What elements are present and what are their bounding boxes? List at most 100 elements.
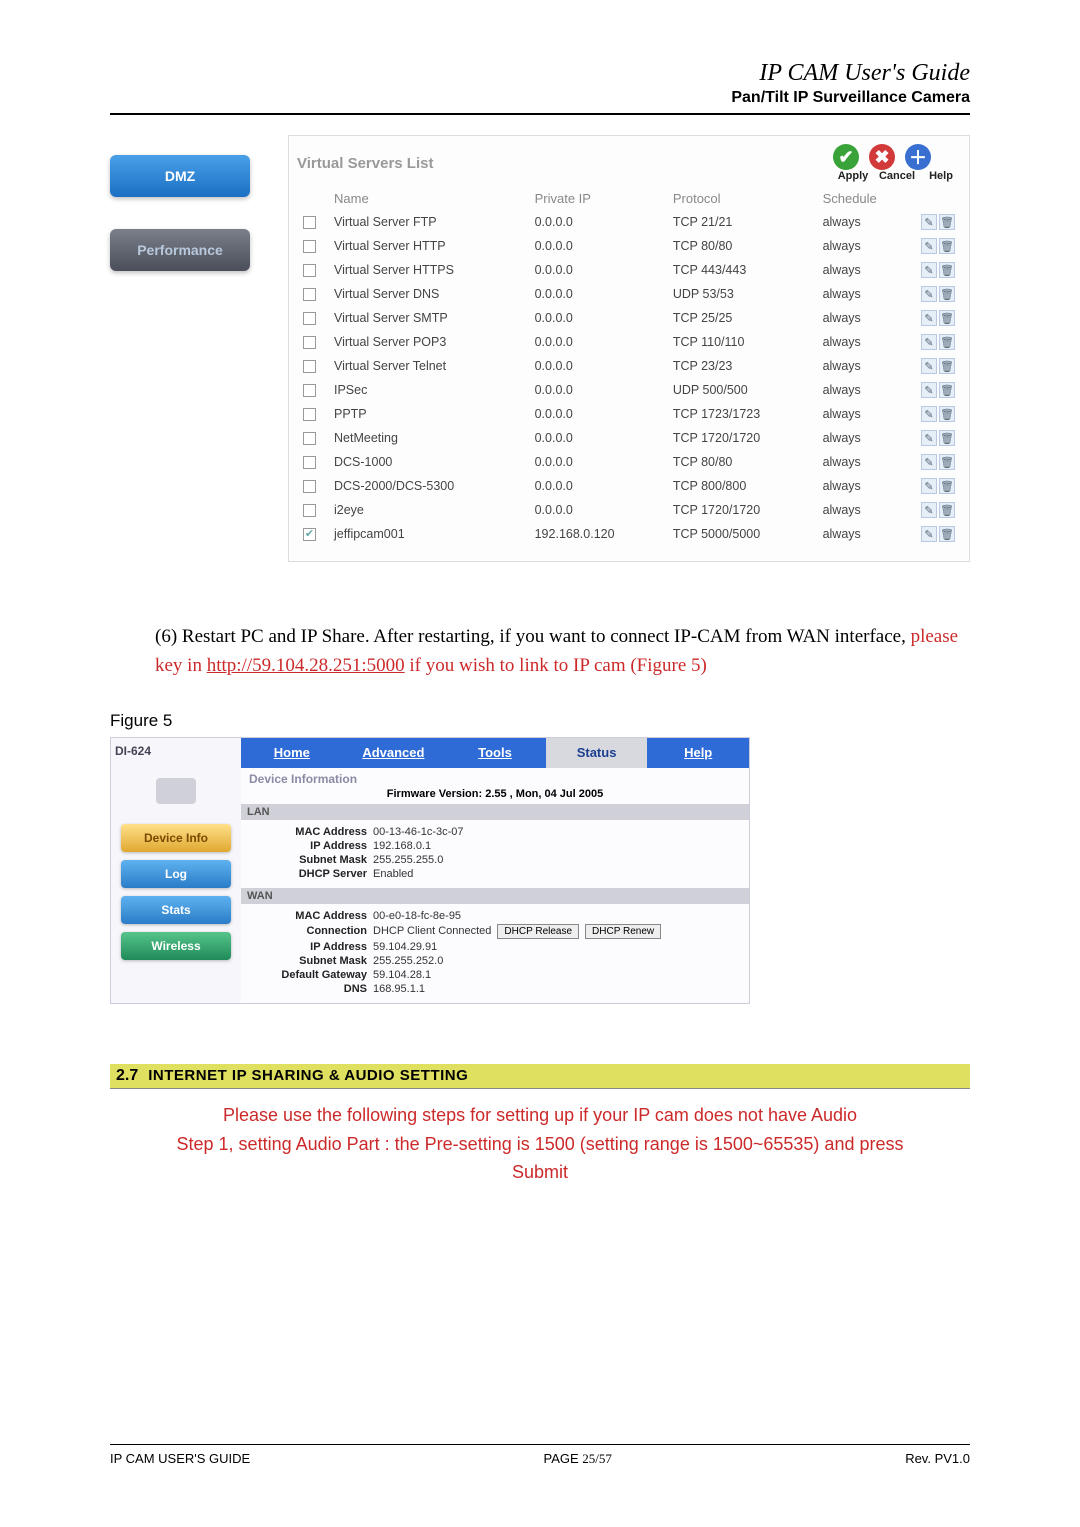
screenshot-device-info: DI-624 Device Info Log Stats Wireless Ho… (110, 737, 750, 1004)
row-protocol: TCP 80/80 (669, 235, 817, 257)
row-checkbox[interactable] (303, 240, 316, 253)
delete-icon[interactable]: 🗑 (939, 526, 955, 542)
delete-icon[interactable]: 🗑 (939, 454, 955, 470)
row-checkbox[interactable] (303, 288, 316, 301)
help-icon[interactable]: ＋ (905, 144, 931, 170)
row-ip: 0.0.0.0 (531, 427, 667, 449)
row-checkbox[interactable] (303, 384, 316, 397)
row-checkbox[interactable] (303, 504, 316, 517)
device-info-panel: Home Advanced Tools Status Help Device I… (241, 738, 749, 1003)
nav-device-info[interactable]: Device Info (121, 824, 231, 852)
edit-icon[interactable]: ✎ (921, 430, 937, 446)
lan-dhcp-v: Enabled (373, 868, 413, 880)
lan-dhcp-k: DHCP Server (247, 868, 367, 880)
footer-left: IP CAM USER'S GUIDE (110, 1451, 250, 1467)
edit-icon[interactable]: ✎ (921, 454, 937, 470)
row-name: Virtual Server Telnet (330, 355, 529, 377)
wan-conn-k: Connection (247, 925, 367, 937)
edit-icon[interactable]: ✎ (921, 526, 937, 542)
dhcp-renew-button[interactable]: DHCP Renew (585, 924, 661, 939)
delete-icon[interactable]: 🗑 (939, 310, 955, 326)
lan-mask-v: 255.255.255.0 (373, 854, 443, 866)
row-protocol: UDP 500/500 (669, 379, 817, 401)
lan-ip-v: 192.168.0.1 (373, 840, 431, 852)
edit-icon[interactable]: ✎ (921, 334, 937, 350)
edit-icon[interactable]: ✎ (921, 214, 937, 230)
table-row: Virtual Server SMTP0.0.0.0TCP 25/25alway… (299, 307, 959, 329)
delete-icon[interactable]: 🗑 (939, 430, 955, 446)
edit-icon[interactable]: ✎ (921, 358, 937, 374)
guide-subtitle: Pan/Tilt IP Surveillance Camera (110, 89, 970, 107)
delete-icon[interactable]: 🗑 (939, 262, 955, 278)
page-footer: IP CAM USER'S GUIDE PAGE 25/57 Rev. PV1.… (110, 1444, 970, 1467)
row-checkbox[interactable] (303, 408, 316, 421)
delete-icon[interactable]: 🗑 (939, 286, 955, 302)
row-name: Virtual Server FTP (330, 211, 529, 233)
tab-home[interactable]: Home (241, 738, 343, 768)
row-checkbox[interactable] (303, 336, 316, 349)
tab-tools[interactable]: Tools (444, 738, 546, 768)
row-schedule: always (819, 283, 915, 305)
delete-icon[interactable]: 🗑 (939, 406, 955, 422)
row-checkbox[interactable]: ✔ (303, 528, 316, 541)
delete-icon[interactable]: 🗑 (939, 502, 955, 518)
wan-dns-v: 168.95.1.1 (373, 983, 425, 995)
table-row: Virtual Server DNS0.0.0.0UDP 53/53always… (299, 283, 959, 305)
delete-icon[interactable]: 🗑 (939, 478, 955, 494)
row-checkbox[interactable] (303, 312, 316, 325)
row-protocol: TCP 23/23 (669, 355, 817, 377)
row-name: Virtual Server HTTP (330, 235, 529, 257)
wan-gw-v: 59.104.28.1 (373, 969, 431, 981)
row-checkbox[interactable] (303, 216, 316, 229)
table-row: ✔jeffipcam001192.168.0.120TCP 5000/5000a… (299, 523, 959, 545)
nav-dmz-button[interactable]: DMZ (110, 155, 250, 197)
help-label: Help (921, 170, 961, 182)
nav-log[interactable]: Log (121, 860, 231, 888)
apply-icon[interactable]: ✔ (833, 144, 859, 170)
row-ip: 0.0.0.0 (531, 331, 667, 353)
row-schedule: always (819, 259, 915, 281)
wan-gw-k: Default Gateway (247, 969, 367, 981)
delete-icon[interactable]: 🗑 (939, 238, 955, 254)
row-checkbox[interactable] (303, 480, 316, 493)
row-protocol: TCP 443/443 (669, 259, 817, 281)
row-name: PPTP (330, 403, 529, 425)
row-ip: 0.0.0.0 (531, 211, 667, 233)
edit-icon[interactable]: ✎ (921, 286, 937, 302)
delete-icon[interactable]: 🗑 (939, 358, 955, 374)
tab-status[interactable]: Status (546, 738, 648, 768)
divider-bottom (110, 1444, 970, 1445)
para6-link[interactable]: http://59.104.28.251:5000 (207, 655, 405, 676)
delete-icon[interactable]: 🗑 (939, 214, 955, 230)
dhcp-release-button[interactable]: DHCP Release (497, 924, 579, 939)
table-row: Virtual Server HTTPS0.0.0.0TCP 443/443al… (299, 259, 959, 281)
cancel-icon[interactable]: ✖ (869, 144, 895, 170)
row-name: IPSec (330, 379, 529, 401)
edit-icon[interactable]: ✎ (921, 502, 937, 518)
edit-icon[interactable]: ✎ (921, 262, 937, 278)
row-checkbox[interactable] (303, 264, 316, 277)
row-ip: 0.0.0.0 (531, 355, 667, 377)
row-schedule: always (819, 499, 915, 521)
edit-icon[interactable]: ✎ (921, 310, 937, 326)
router-side-nav: DI-624 Device Info Log Stats Wireless (111, 738, 241, 1003)
edit-icon[interactable]: ✎ (921, 382, 937, 398)
tab-help[interactable]: Help (647, 738, 749, 768)
nav-wireless[interactable]: Wireless (121, 932, 231, 960)
tab-advanced[interactable]: Advanced (343, 738, 445, 768)
table-row: DCS-2000/DCS-53000.0.0.0TCP 800/800alway… (299, 475, 959, 497)
delete-icon[interactable]: 🗑 (939, 382, 955, 398)
edit-icon[interactable]: ✎ (921, 478, 937, 494)
row-checkbox[interactable] (303, 360, 316, 373)
row-checkbox[interactable] (303, 432, 316, 445)
edit-icon[interactable]: ✎ (921, 238, 937, 254)
sec27-line3: Submit (140, 1158, 940, 1187)
delete-icon[interactable]: 🗑 (939, 334, 955, 350)
nav-stats[interactable]: Stats (121, 896, 231, 924)
table-row: Virtual Server POP30.0.0.0TCP 110/110alw… (299, 331, 959, 353)
row-ip: 0.0.0.0 (531, 475, 667, 497)
edit-icon[interactable]: ✎ (921, 406, 937, 422)
row-checkbox[interactable] (303, 456, 316, 469)
nav-performance-button[interactable]: Performance (110, 229, 250, 271)
wan-ip-k: IP Address (247, 941, 367, 953)
